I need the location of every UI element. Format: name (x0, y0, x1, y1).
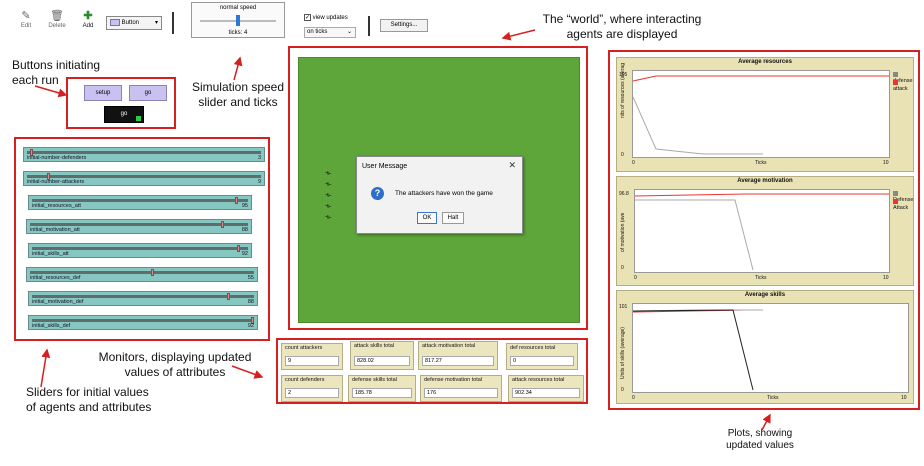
slider-knob[interactable] (227, 293, 230, 300)
arrow-buttons (34, 85, 68, 98)
slider-initial-motivation-att[interactable]: initial_motivation_att 88 (26, 219, 252, 234)
arrow-plots (761, 413, 771, 431)
plot-lines (634, 193, 889, 271)
plot-ylabel: of motivation (ave (620, 212, 626, 252)
slider-knob[interactable] (237, 245, 240, 252)
agent-icon: ⟛ (325, 214, 332, 221)
setup-button[interactable]: setup (84, 85, 122, 101)
monitor-attack-skills-total: attack skills total 828.02 (350, 341, 414, 370)
series-skills (632, 309, 754, 391)
forever-icon (136, 116, 141, 121)
plot-average-motivation: Average motivation 96.8 0 of motivation … (616, 176, 914, 286)
go-button[interactable]: go (129, 85, 167, 101)
slider-knob[interactable] (151, 269, 154, 276)
ok-button[interactable]: OK (417, 212, 437, 224)
agent-icon: ⟛ (325, 192, 332, 199)
arrow-monitors (231, 365, 264, 379)
plot-title: Average resources (738, 59, 792, 65)
agent-icon: ⟛ (325, 203, 332, 210)
plot-area (632, 70, 890, 158)
dialog-title: User Message (362, 163, 408, 170)
slider-track (30, 223, 248, 226)
close-icon[interactable]: ✕ (508, 160, 516, 171)
series-defense (632, 96, 763, 155)
plot-lines (632, 309, 763, 391)
arrow-sliders (40, 348, 51, 388)
plot-title: Average skills (744, 292, 786, 298)
slider-initial-number-attackers[interactable]: initial-number-attackers 9 (23, 171, 265, 186)
world-view[interactable]: ⟛ ⟛ ⟛ ⟛ ⟛ User Message ✕ ? The attackers… (298, 57, 580, 323)
monitor-defense-skills-total: defense skills total 185.78 (348, 375, 416, 402)
plot-average-skills: Average skills 101 0 Units of skills (av… (616, 290, 914, 404)
slider-initial-resources-att[interactable]: initial_resources_att 95 (28, 195, 252, 210)
series-defense (635, 199, 754, 271)
monitors-panel: count attackers 9 attack skills total 82… (276, 338, 588, 404)
plot-title: Average motivation (737, 178, 793, 184)
halt-button[interactable]: Halt (442, 212, 464, 224)
slider-track (32, 319, 254, 322)
plot-average-resources: Average resources 105 0 nits of resource… (616, 57, 914, 172)
legend-attack: attack (893, 80, 913, 92)
slider-initial-number-defenders[interactable]: initial-number-defenders 3 (23, 147, 265, 162)
slider-initial-resources-def[interactable]: initial_resources_def 55 (26, 267, 258, 282)
monitor-def-resources-total: def resources total 0 (506, 343, 578, 370)
plot-area (634, 189, 890, 273)
monitor-defense-motivation-total: defense motivation total 176 (420, 375, 502, 402)
slider-knob[interactable] (221, 221, 224, 228)
plots-panel: Average resources 105 0 nits of resource… (608, 50, 920, 410)
world-panel: ⟛ ⟛ ⟛ ⟛ ⟛ User Message ✕ ? The attackers… (288, 46, 588, 330)
agent-icon: ⟛ (325, 170, 332, 177)
buttons-panel: setup go go (66, 77, 176, 129)
dialog-message: The attackers have won the game (395, 190, 493, 197)
slider-initial-motivation-def[interactable]: initial_motivation_def 88 (28, 291, 258, 306)
slider-track (32, 295, 254, 298)
arrow-world (501, 29, 536, 41)
monitor-count-defenders: count defenders 2 (281, 375, 343, 402)
agent-icon: ⟛ (325, 181, 332, 188)
slider-track (27, 175, 261, 178)
plot-ylabel: nits of resources (averag (620, 62, 626, 118)
monitor-attack-resources-total: attack resources total 902.34 (508, 375, 584, 402)
arrow-speed (233, 56, 243, 81)
monitor-attack-motivation-total: attack motivation total 817.27 (418, 341, 498, 370)
slider-track (27, 151, 261, 154)
plot-area (632, 303, 909, 393)
user-message-dialog: User Message ✕ ? The attackers have won … (356, 156, 523, 234)
slider-initial-skills-def[interactable]: initial_skills_def 92 (28, 315, 258, 330)
go-forever-button[interactable]: go (104, 106, 144, 123)
slider-track (32, 199, 248, 202)
slider-initial-skills-att[interactable]: initial_skills_att 92 (28, 243, 252, 258)
plot-ylabel: Units of skills (average) (620, 327, 626, 379)
slider-track (30, 271, 254, 274)
series-attack (632, 75, 889, 82)
series-attack (634, 193, 889, 197)
legend-attack: Attack (893, 199, 913, 211)
monitor-count-attackers: count attackers 9 (281, 343, 343, 370)
question-icon: ? (371, 187, 384, 200)
agent-group-attackers: ⟛ ⟛ ⟛ ⟛ ⟛ (325, 168, 331, 223)
slider-knob[interactable] (235, 197, 238, 204)
plot-lines (632, 75, 889, 155)
sliders-panel: initial-number-defenders 3 initial-numbe… (14, 137, 270, 341)
slider-track (32, 247, 248, 250)
